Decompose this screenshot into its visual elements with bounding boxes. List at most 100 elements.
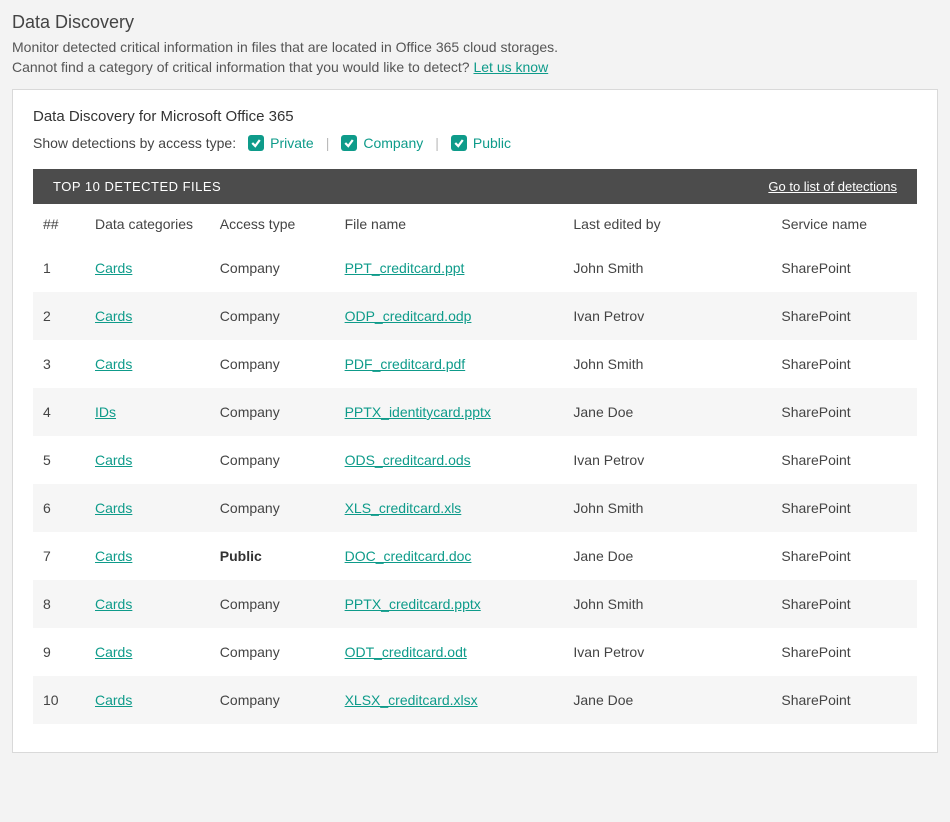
last-edited-by: John Smith [563, 484, 771, 532]
detections-table-wrap: TOP 10 DETECTED FILES Go to list of dete… [33, 169, 917, 724]
filter-separator: | [326, 135, 330, 151]
col-editor-header: Last edited by [563, 204, 771, 244]
table-row: 2 Cards Company ODP_creditcard.odp Ivan Petr… [33, 292, 917, 340]
category-link[interactable]: Cards [95, 356, 132, 372]
row-number: 6 [33, 484, 85, 532]
row-number: 5 [33, 436, 85, 484]
table-row: 1 Cards Company PPT_creditcard.ppt John Smit… [33, 244, 917, 292]
service-name: SharePoint [771, 436, 917, 484]
last-edited-by: Jane Doe [563, 388, 771, 436]
service-name: SharePoint [771, 340, 917, 388]
table-row: 6 Cards Company XLS_creditcard.xls John Smit… [33, 484, 917, 532]
service-name: SharePoint [771, 292, 917, 340]
access-type: Company [210, 580, 335, 628]
category-link[interactable]: Cards [95, 644, 132, 660]
page-subtitle: Monitor detected critical information in… [12, 39, 938, 55]
access-type: Company [210, 628, 335, 676]
filter-private-label: Private [270, 135, 314, 151]
category-link[interactable]: IDs [95, 404, 116, 420]
filter-row: Show detections by access type: Private … [33, 135, 917, 151]
check-icon [341, 135, 357, 151]
access-type: Public [210, 532, 335, 580]
check-icon [248, 135, 264, 151]
row-number: 1 [33, 244, 85, 292]
last-edited-by: Ivan Petrov [563, 292, 771, 340]
last-edited-by: Ivan Petrov [563, 628, 771, 676]
filter-company-checkbox[interactable]: Company [341, 135, 423, 151]
page-hint: Cannot find a category of critical infor… [12, 59, 938, 75]
table-header-bar: TOP 10 DETECTED FILES Go to list of dete… [33, 169, 917, 204]
service-name: SharePoint [771, 484, 917, 532]
row-number: 4 [33, 388, 85, 436]
file-link[interactable]: XLSX_creditcard.xlsx [345, 692, 478, 708]
col-categories-header: Data categories [85, 204, 210, 244]
file-link[interactable]: XLS_creditcard.xls [345, 500, 462, 516]
table-row: 4 IDs Company PPTX_identitycard.pptx Jane Do… [33, 388, 917, 436]
table-row: 5 Cards Company ODS_creditcard.ods Ivan Petr… [33, 436, 917, 484]
service-name: SharePoint [771, 388, 917, 436]
service-name: SharePoint [771, 532, 917, 580]
panel-title: Data Discovery for Microsoft Office 365 [33, 108, 917, 125]
table-row: 8 Cards Company PPTX_creditcard.pptx John Sm… [33, 580, 917, 628]
row-number: 9 [33, 628, 85, 676]
table-row: 7 Cards Public DOC_creditcard.doc Jane DoeSh… [33, 532, 917, 580]
hint-prefix: Cannot find a category of critical infor… [12, 59, 473, 75]
access-type: Company [210, 436, 335, 484]
last-edited-by: Jane Doe [563, 676, 771, 724]
detections-table: ## Data categories Access type File name… [33, 204, 917, 724]
row-number: 3 [33, 340, 85, 388]
table-row: 10 Cards Company XLSX_creditcard.xlsx Jane D… [33, 676, 917, 724]
row-number: 2 [33, 292, 85, 340]
access-type: Company [210, 244, 335, 292]
file-link[interactable]: DOC_creditcard.doc [345, 548, 472, 564]
let-us-know-link[interactable]: Let us know [473, 59, 548, 75]
file-link[interactable]: ODT_creditcard.odt [345, 644, 467, 660]
file-link[interactable]: PPT_creditcard.ppt [345, 260, 465, 276]
discovery-panel: Data Discovery for Microsoft Office 365 … [12, 89, 938, 753]
category-link[interactable]: Cards [95, 260, 132, 276]
category-link[interactable]: Cards [95, 308, 132, 324]
table-header-title: TOP 10 DETECTED FILES [53, 179, 221, 194]
col-service-header: Service name [771, 204, 917, 244]
access-type: Company [210, 292, 335, 340]
filter-private-checkbox[interactable]: Private [248, 135, 314, 151]
access-type: Company [210, 676, 335, 724]
last-edited-by: Ivan Petrov [563, 436, 771, 484]
access-type: Company [210, 484, 335, 532]
col-access-header: Access type [210, 204, 335, 244]
category-link[interactable]: Cards [95, 548, 132, 564]
last-edited-by: Jane Doe [563, 532, 771, 580]
category-link[interactable]: Cards [95, 596, 132, 612]
access-type: Company [210, 388, 335, 436]
category-link[interactable]: Cards [95, 452, 132, 468]
category-link[interactable]: Cards [95, 692, 132, 708]
row-number: 8 [33, 580, 85, 628]
service-name: SharePoint [771, 628, 917, 676]
filter-label: Show detections by access type: [33, 135, 236, 151]
row-number: 7 [33, 532, 85, 580]
file-link[interactable]: PPTX_identitycard.pptx [345, 404, 491, 420]
file-link[interactable]: ODS_creditcard.ods [345, 452, 471, 468]
filter-separator: | [435, 135, 439, 151]
filter-company-label: Company [363, 135, 423, 151]
col-filename-header: File name [335, 204, 564, 244]
check-icon [451, 135, 467, 151]
last-edited-by: John Smith [563, 244, 771, 292]
service-name: SharePoint [771, 244, 917, 292]
last-edited-by: John Smith [563, 580, 771, 628]
row-number: 10 [33, 676, 85, 724]
file-link[interactable]: PDF_creditcard.pdf [345, 356, 466, 372]
category-link[interactable]: Cards [95, 500, 132, 516]
col-num-header: ## [33, 204, 85, 244]
file-link[interactable]: PPTX_creditcard.pptx [345, 596, 481, 612]
service-name: SharePoint [771, 676, 917, 724]
last-edited-by: John Smith [563, 340, 771, 388]
file-link[interactable]: ODP_creditcard.odp [345, 308, 472, 324]
filter-public-label: Public [473, 135, 511, 151]
table-row: 9 Cards Company ODT_creditcard.odt Ivan Petr… [33, 628, 917, 676]
filter-public-checkbox[interactable]: Public [451, 135, 511, 151]
access-type: Company [210, 340, 335, 388]
page-title: Data Discovery [12, 12, 938, 33]
go-to-detections-link[interactable]: Go to list of detections [768, 179, 897, 194]
table-row: 3 Cards Company PDF_creditcard.pdf John Smit… [33, 340, 917, 388]
